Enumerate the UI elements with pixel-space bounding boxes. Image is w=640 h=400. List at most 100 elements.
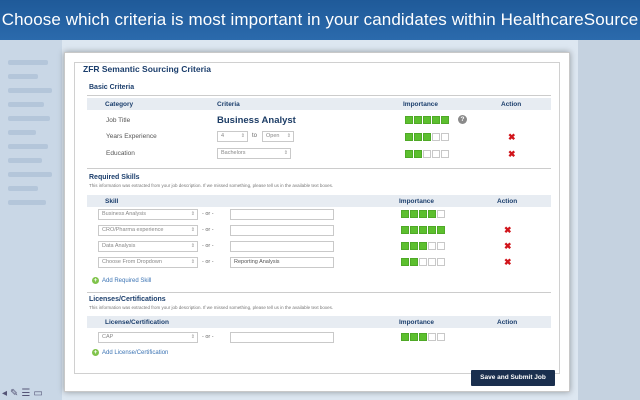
importance-bar[interactable] <box>428 258 436 266</box>
header-license: License/Certification <box>105 318 169 326</box>
chevron-updown-icon: ⇕ <box>190 259 195 265</box>
licenses-note: This information was extracted from your… <box>89 305 334 310</box>
importance-bar[interactable] <box>410 210 418 218</box>
importance-bar[interactable] <box>437 210 445 218</box>
importance-bar[interactable] <box>437 226 445 234</box>
importance-bar[interactable] <box>410 242 418 250</box>
row-text-input[interactable]: Reporting Analysis <box>230 257 334 268</box>
importance-years-experience[interactable] <box>405 133 449 141</box>
importance-bar[interactable] <box>432 150 440 158</box>
education-select[interactable]: Bachelors ⇕ <box>217 148 291 159</box>
importance-bar[interactable] <box>401 242 409 250</box>
back-arrow-icon[interactable]: ◂ <box>2 388 7 399</box>
close-x-icon[interactable]: ✖ <box>504 258 512 267</box>
importance-job-title[interactable] <box>405 116 449 124</box>
header-importance: Importance <box>403 100 439 108</box>
importance-rating[interactable] <box>401 258 445 266</box>
importance-bar[interactable] <box>419 226 427 234</box>
save-submit-button[interactable]: Save and Submit Job <box>471 370 555 386</box>
row-select[interactable]: CAP ⇕ <box>98 332 198 343</box>
pencil-icon[interactable]: ✎ <box>10 388 18 399</box>
background-sidebar <box>0 40 62 400</box>
row-select[interactable]: Data Analysis ⇕ <box>98 241 198 252</box>
row-text-input[interactable] <box>230 225 334 236</box>
importance-bar[interactable] <box>405 116 413 124</box>
importance-bar[interactable] <box>414 150 422 158</box>
divider <box>87 292 551 293</box>
importance-bar[interactable] <box>428 242 436 250</box>
required-skills-note: This information was extracted from your… <box>89 183 334 188</box>
importance-bar[interactable] <box>414 133 422 141</box>
background-right-panel <box>578 40 640 400</box>
importance-bar[interactable] <box>437 333 445 341</box>
importance-bar[interactable] <box>437 258 445 266</box>
importance-bar[interactable] <box>423 150 431 158</box>
importance-bar[interactable] <box>405 133 413 141</box>
list-icon[interactable]: ☰ <box>21 388 30 399</box>
importance-rating[interactable] <box>401 333 445 341</box>
close-x-icon[interactable]: ✖ <box>504 242 512 251</box>
row-text-input[interactable] <box>230 241 334 252</box>
importance-bar[interactable] <box>410 333 418 341</box>
divider <box>87 95 551 96</box>
importance-bar[interactable] <box>419 210 427 218</box>
importance-bar[interactable] <box>428 210 436 218</box>
add-required-skill-link[interactable]: + Add Required Skill <box>92 277 151 284</box>
banner-title: Choose which criteria is most important … <box>0 0 640 40</box>
importance-bar[interactable] <box>401 210 409 218</box>
importance-bar[interactable] <box>410 258 418 266</box>
importance-education[interactable] <box>405 150 449 158</box>
row-select[interactable]: Choose From Dropdown ⇕ <box>98 257 198 268</box>
header-skill: Skill <box>105 197 119 205</box>
importance-bar[interactable] <box>419 258 427 266</box>
importance-bar[interactable] <box>441 133 449 141</box>
importance-bar[interactable] <box>423 116 431 124</box>
plus-circle-icon: + <box>92 277 99 284</box>
importance-bar[interactable] <box>401 333 409 341</box>
importance-bar[interactable] <box>423 133 431 141</box>
header-action: Action <box>497 197 518 205</box>
importance-rating[interactable] <box>401 226 445 234</box>
header-action: Action <box>497 318 518 326</box>
years-to-select[interactable]: Open ⇕ <box>262 131 294 142</box>
importance-bar[interactable] <box>419 242 427 250</box>
header-importance: Importance <box>399 197 435 205</box>
importance-bar[interactable] <box>432 116 440 124</box>
importance-bar[interactable] <box>432 133 440 141</box>
or-label: - or - <box>202 259 214 265</box>
licenses-header-row: License/Certification Importance Action <box>87 316 551 328</box>
dialog-title: ZFR Semantic Sourcing Criteria <box>83 64 211 74</box>
chevron-updown-icon: ⇕ <box>190 211 195 217</box>
importance-rating[interactable] <box>401 210 445 218</box>
row-select[interactable]: Business Analysis ⇕ <box>98 209 198 220</box>
or-label: - or - <box>202 227 214 233</box>
page-icon[interactable]: ▭ <box>33 388 42 399</box>
importance-bar[interactable] <box>401 258 409 266</box>
job-title-label: Job Title <box>106 117 131 124</box>
years-to-label: to <box>252 133 258 139</box>
close-x-icon[interactable]: ✖ <box>508 150 516 159</box>
close-x-icon[interactable]: ✖ <box>504 226 512 235</box>
importance-bar[interactable] <box>428 226 436 234</box>
add-license-link[interactable]: + Add License/Certification <box>92 349 168 356</box>
importance-bar[interactable] <box>419 333 427 341</box>
importance-bar[interactable] <box>437 242 445 250</box>
help-question-icon[interactable]: ? <box>458 115 467 124</box>
close-x-icon[interactable]: ✖ <box>508 133 516 142</box>
importance-bar[interactable] <box>405 150 413 158</box>
row-text-input[interactable] <box>230 332 334 343</box>
job-title-value: Business Analyst <box>217 115 296 126</box>
importance-rating[interactable] <box>401 242 445 250</box>
importance-bar[interactable] <box>410 226 418 234</box>
importance-bar[interactable] <box>441 116 449 124</box>
importance-bar[interactable] <box>401 226 409 234</box>
row-select[interactable]: CRO/Pharma experience ⇕ <box>98 225 198 236</box>
criteria-dialog: ZFR Semantic Sourcing Criteria Basic Cri… <box>64 52 570 392</box>
importance-bar[interactable] <box>441 150 449 158</box>
importance-bar[interactable] <box>414 116 422 124</box>
importance-bar[interactable] <box>428 333 436 341</box>
row-text-input[interactable] <box>230 209 334 220</box>
chevron-updown-icon: ⇕ <box>283 150 288 156</box>
years-from-select[interactable]: 4 ⇕ <box>217 131 248 142</box>
bottom-toolbar: ◂ ✎ ☰ ▭ <box>0 386 60 400</box>
